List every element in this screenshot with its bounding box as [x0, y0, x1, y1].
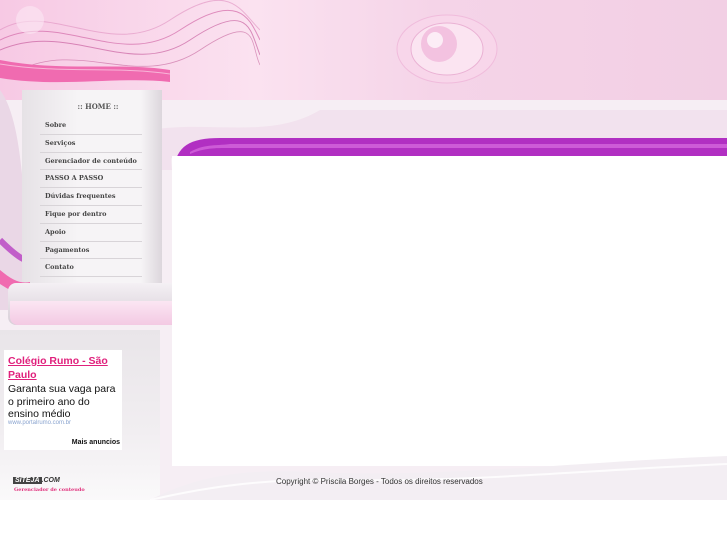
nav-item-duvidas[interactable]: Dúvidas frequentes [40, 188, 142, 206]
page-stage: :: HOME :: Sobre Serviços Gerenciador de… [0, 0, 727, 500]
nav-menu-list: Sobre Serviços Gerenciador de conteúdo P… [40, 117, 142, 278]
ad-title-line1[interactable]: Colégio Rumo - São [8, 355, 108, 367]
orb-decoration [396, 14, 498, 84]
nav-item-passo-a-passo[interactable]: PASSO A PASSO [40, 170, 142, 189]
menu-footer-pink [10, 301, 178, 325]
footer-wave-decoration [150, 456, 727, 500]
nav-item-pagamentos[interactable]: Pagamentos [40, 242, 142, 260]
main-content-area [172, 156, 727, 466]
siteja-logo[interactable]: SITEJA .COM [13, 477, 73, 487]
nav-item-gerenciador[interactable]: Gerenciador de conteúdo [40, 153, 142, 171]
siteja-subtitle: Gerenciador de conteudo [14, 487, 85, 493]
pink-ribbon-decoration [0, 60, 170, 83]
nav-item-sobre[interactable]: Sobre [40, 117, 142, 135]
siteja-logo-suffix: .COM [41, 477, 60, 484]
ad-title-link[interactable]: Colégio Rumo - São Paulo [8, 354, 120, 382]
more-ads-link[interactable]: Mais anuncios [40, 439, 120, 446]
copyright-text: Copyright © Priscila Borges - Todos os d… [276, 477, 483, 486]
nav-home-link[interactable]: :: HOME :: [40, 102, 156, 111]
nav-item-fique-por-dentro[interactable]: Fique por dentro [40, 206, 142, 224]
nav-item-apoio[interactable]: Apoio [40, 224, 142, 242]
ad-description: Garanta sua vaga para o primeiro ano do … [8, 383, 116, 420]
siteja-logo-box: SITEJA [13, 477, 42, 484]
nav-item-servicos[interactable]: Serviços [40, 135, 142, 153]
ad-url[interactable]: www.portalrumo.com.br [8, 420, 122, 426]
ad-title-line2[interactable]: Paulo [8, 369, 37, 381]
nav-item-contato[interactable]: Contato [40, 259, 142, 278]
